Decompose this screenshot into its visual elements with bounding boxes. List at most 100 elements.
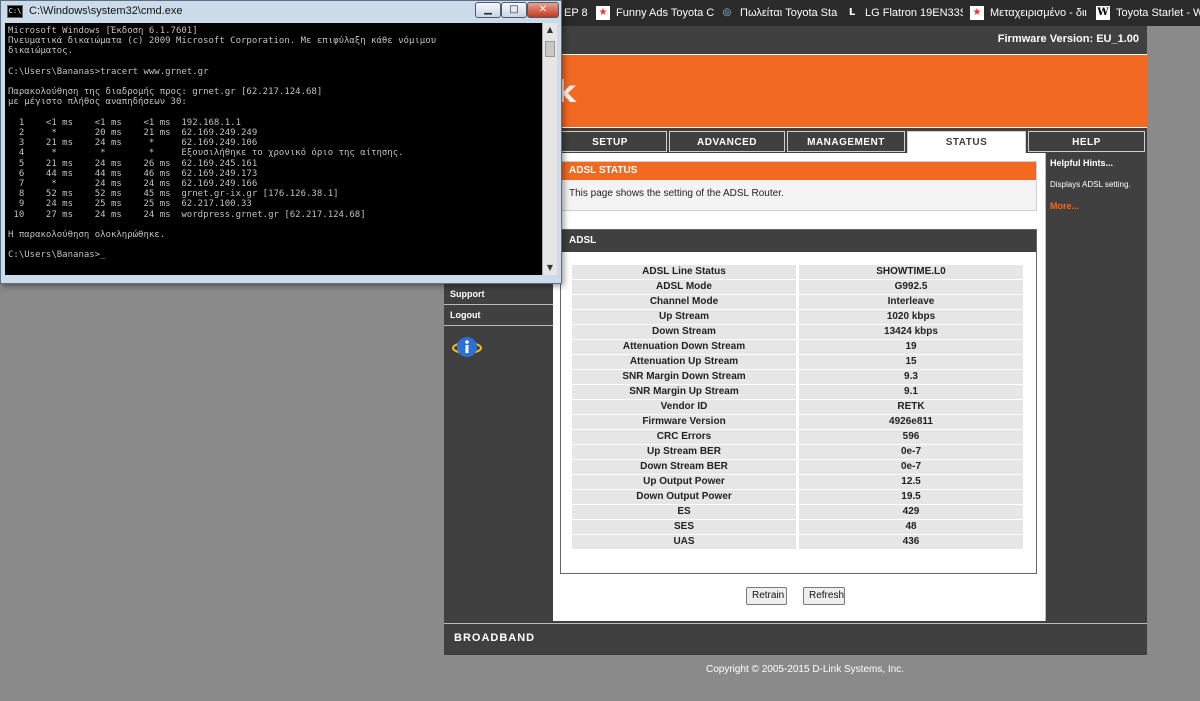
minimize-button[interactable]: ▁ <box>475 2 501 18</box>
tab-help[interactable]: HELP <box>1028 131 1145 152</box>
cmd-window-title: C:\Windows\system32\cmd.exe <box>29 5 183 17</box>
cmd-output: Microsoft Windows [Έκδοση 6.1.7601] Πνευ… <box>5 23 542 264</box>
table-row: Down Stream 13424 kbps <box>572 325 1023 339</box>
adsl-row-value: 1020 kbps <box>799 310 1023 324</box>
close-button[interactable]: ✕ <box>527 2 559 18</box>
adsl-row-label: Up Stream BER <box>572 445 796 459</box>
adsl-row-label: Up Stream <box>572 310 796 324</box>
tab-management[interactable]: MANAGEMENT <box>787 131 905 152</box>
adsl-row-label: Channel Mode <box>572 295 796 309</box>
console-line: με μέγιστο πλήθος αναπηδήσεων 30: <box>8 97 187 108</box>
console-line: 6 44 ms 44 ms 46 ms 62.169.249.173 <box>8 168 258 179</box>
bookmark-tab[interactable]: W Toyota Starlet - Wiky <box>1096 3 1200 23</box>
scrollbar-thumb[interactable] <box>545 41 555 57</box>
sidebar: Support Logout <box>444 284 553 357</box>
bookmark-label: LG Flatron 19EN33S V <box>865 7 963 19</box>
copyright-text: Copyright © 2005-2015 D-Link Systems, In… <box>706 664 905 675</box>
console-line: Microsoft Windows [Έκδοση 6.1.7601] <box>8 26 198 36</box>
adsl-row-label: ES <box>572 505 796 519</box>
console-line: Παρακολούθηση της διαδρομής προς: grnet.… <box>8 87 323 98</box>
console-line: 1 <1 ms <1 ms <1 ms 192.168.1.1 <box>8 117 241 128</box>
maximize-button[interactable]: □ <box>501 2 527 18</box>
scroll-up-icon[interactable]: ▲ <box>543 23 557 37</box>
bookmark-label: Πωλείται Toyota Starl <box>740 7 838 19</box>
table-row: SES 48 <box>572 520 1023 534</box>
tab-setup[interactable]: SETUP <box>553 131 667 152</box>
adsl-status-panel: ADSL STATUS This page shows the setting … <box>560 161 1037 211</box>
adsl-row-value: G992.5 <box>799 280 1023 294</box>
console-line: 4 * * * Εξουσιλήθηκε το χρονικό όριο της… <box>8 148 404 159</box>
scroll-down-icon[interactable]: ▼ <box>543 261 557 275</box>
adsl-row-label: Down Stream BER <box>572 460 796 474</box>
table-row: Attenuation Down Stream 19 <box>572 340 1023 354</box>
vertical-scrollbar[interactable]: ▲ ▼ <box>542 23 557 275</box>
adsl-row-value: 429 <box>799 505 1023 519</box>
adsl-row-value: Interleave <box>799 295 1023 309</box>
adsl-row-value: 13424 kbps <box>799 325 1023 339</box>
adsl-status-title: ADSL STATUS <box>561 162 1036 180</box>
adsl-row-label: Down Output Power <box>572 490 796 504</box>
bookmark-label: Μεταχειρισμένο - διι <box>990 7 1087 19</box>
table-row: ES 429 <box>572 505 1023 519</box>
table-row: SNR Margin Up Stream 9.1 <box>572 385 1023 399</box>
footer-bar: BROADBAND <box>444 623 1147 652</box>
adsl-row-label: ADSL Line Status <box>572 265 796 279</box>
adsl-row-label: ADSL Mode <box>572 280 796 294</box>
bookmark-tab[interactable]: ◎ Πωλείται Toyota Starl <box>720 3 838 23</box>
console-line: C:\Users\Bananas>tracert www.grnet.gr <box>8 66 209 77</box>
console-line: 2 * 20 ms 21 ms 62.169.249.249 <box>8 128 258 139</box>
adsl-row-label: SNR Margin Down Stream <box>572 370 796 384</box>
adsl-row-value: 48 <box>799 520 1023 534</box>
wikipedia-icon: W <box>1096 6 1110 20</box>
adsl-row-label: Up Output Power <box>572 475 796 489</box>
adsl-row-label: Vendor ID <box>572 400 796 414</box>
bookmark-tab[interactable]: ★ Μεταχειρισμένο - διι <box>970 3 1090 23</box>
adsl-row-value: 0e-7 <box>799 460 1023 474</box>
bookmark-tab[interactable]: ★ Funny Ads Toyota Co <box>596 3 714 23</box>
bookmark-tab[interactable]: EP 8 <box>564 3 592 23</box>
adsl-row-value: 19.5 <box>799 490 1023 504</box>
adsl-row-label: SNR Margin Up Stream <box>572 385 796 399</box>
adsl-row-value: 15 <box>799 355 1023 369</box>
adsl-row-value: 436 <box>799 535 1023 549</box>
table-row: Channel Mode Interleave <box>572 295 1023 309</box>
table-row: ADSL Mode G992.5 <box>572 280 1023 294</box>
console-line: 9 24 ms 25 ms 25 ms 62.217.100.33 <box>8 199 252 210</box>
bookmark-icon: L <box>848 7 856 18</box>
firmware-version-label: Firmware Version: EU_1.00 <box>997 33 1139 45</box>
adsl-row-value: 19 <box>799 340 1023 354</box>
table-row: Down Output Power 19.5 <box>572 490 1023 504</box>
console-line: 8 52 ms 52 ms 45 ms grnet.gr-ix.gr [176.… <box>8 189 339 200</box>
tab-advanced[interactable]: ADVANCED <box>669 131 785 152</box>
console-line: 3 21 ms 24 ms * 62.169.249.106 <box>8 138 258 149</box>
cmd-console[interactable]: Microsoft Windows [Έκδοση 6.1.7601] Πνευ… <box>5 23 542 275</box>
broadband-label: BROADBAND <box>454 632 536 644</box>
bookmark-tab[interactable]: L LG Flatron 19EN33S V <box>845 3 963 23</box>
tab-status[interactable]: STATUS <box>907 131 1026 155</box>
adsl-row-value: RETK <box>799 400 1023 414</box>
console-line: Η παρακολούθηση ολοκληρώθηκε. <box>8 230 166 241</box>
table-row: Vendor ID RETK <box>572 400 1023 414</box>
table-row: UAS 436 <box>572 535 1023 549</box>
bookmark-label: Toyota Starlet - Wiky <box>1116 7 1200 19</box>
retrain-button[interactable]: Retrain <box>746 587 787 605</box>
adsl-row-label: Attenuation Down Stream <box>572 340 796 354</box>
refresh-button[interactable]: Refresh <box>803 587 845 605</box>
console-line: 7 * 24 ms 24 ms 62.169.249.166 <box>8 179 258 190</box>
console-line: δικαιώματος. <box>8 46 74 57</box>
sidebar-item-support[interactable]: Support <box>444 284 553 305</box>
hints-text: Displays ADSL setting. <box>1050 180 1131 189</box>
adsl-row-value: 9.1 <box>799 385 1023 399</box>
hints-more-link[interactable]: More... <box>1046 189 1147 211</box>
adsl-row-label: Attenuation Up Stream <box>572 355 796 369</box>
sidebar-item-logout[interactable]: Logout <box>444 305 553 326</box>
adsl-status-description: This page shows the setting of the ADSL … <box>569 188 784 199</box>
cmd-window[interactable]: C:\ C:\Windows\system32\cmd.exe ▁ □ ✕ Mi… <box>0 0 562 284</box>
adsl-row-label: UAS <box>572 535 796 549</box>
adsl-row-label: SES <box>572 520 796 534</box>
table-row: ADSL Line Status SHOWTIME.L0 <box>572 265 1023 279</box>
table-row: SNR Margin Down Stream 9.3 <box>572 370 1023 384</box>
table-row: Attenuation Up Stream 15 <box>572 355 1023 369</box>
console-line: Πνευματικά δικαιώματα (c) 2009 Microsoft… <box>8 36 437 47</box>
bookmark-label: EP 8 <box>564 7 588 19</box>
